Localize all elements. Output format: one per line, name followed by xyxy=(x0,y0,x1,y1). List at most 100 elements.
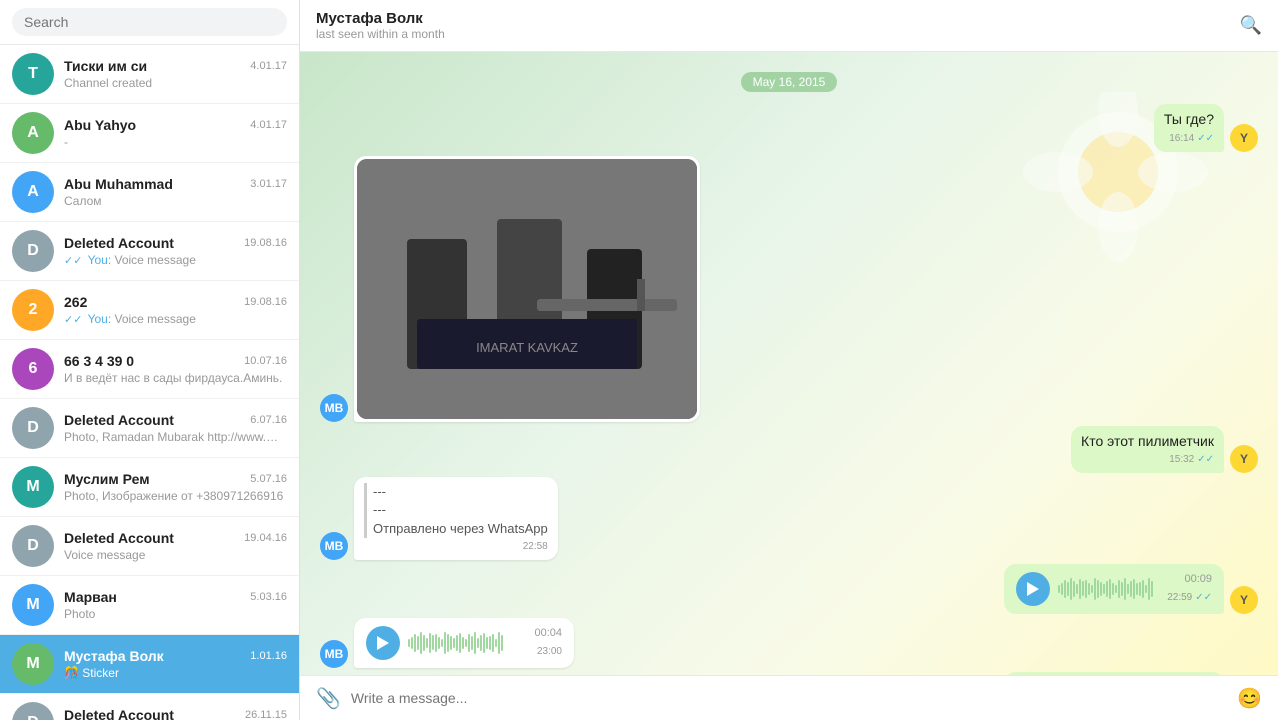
chat-item-marwan[interactable]: М Марван 5.03.16 Photo xyxy=(0,576,299,635)
main-chat: Мустафа Волк last seen within a month 🔍 … xyxy=(300,0,1278,720)
waveform-bar xyxy=(447,634,449,652)
check-mark: ✓✓ xyxy=(64,255,82,267)
chat-name: Deleted Account xyxy=(64,707,174,720)
message-avatar: Y xyxy=(1230,586,1258,614)
waveform-bar xyxy=(1085,580,1087,598)
waveform-bar xyxy=(450,636,452,650)
preview-text: - xyxy=(64,135,68,149)
chat-time: 19.08.16 xyxy=(244,237,287,249)
chat-preview: Channel created xyxy=(64,76,287,90)
waveform-bar xyxy=(474,632,476,654)
bubble-time: 16:14 xyxy=(1169,132,1194,146)
search-input[interactable] xyxy=(12,8,287,36)
waveform-bar xyxy=(423,635,425,651)
waveform-bar xyxy=(1067,582,1069,596)
chat-preview: ✓✓ You: Voice message xyxy=(64,312,287,326)
preview-text: Voice message xyxy=(114,312,195,326)
chat-preview: Салом xyxy=(64,194,287,208)
waveform-bar xyxy=(1094,578,1096,600)
waveform-bar xyxy=(1103,584,1105,594)
preview-label: 🎊 xyxy=(64,666,82,680)
emoji-icon[interactable]: 😊 xyxy=(1237,686,1262,711)
waveform-bar xyxy=(1127,584,1129,594)
waveform-bar xyxy=(480,635,482,651)
waveform-bar xyxy=(477,638,479,648)
play-button[interactable] xyxy=(366,626,400,660)
chat-top: Марван 5.03.16 xyxy=(64,589,287,605)
waveform-bar xyxy=(483,633,485,653)
fwd-line2: --- xyxy=(373,501,548,519)
preview-text: Voice message xyxy=(64,548,145,562)
chat-info: Deleted Account 19.08.16 ✓✓ You: Voice m… xyxy=(64,235,287,267)
attach-icon[interactable]: 📎 xyxy=(316,686,341,711)
chat-item-deleted-account-1[interactable]: D Deleted Account 19.08.16 ✓✓ You: Voice… xyxy=(0,222,299,281)
preview-label: You: xyxy=(88,253,115,267)
chat-time: 6.07.16 xyxy=(250,414,287,426)
chat-info: Муслим Рем 5.07.16 Photo, Изображение от… xyxy=(64,471,287,503)
chat-name: Abu Yahyo xyxy=(64,117,136,133)
chat-item-deleted-account-3[interactable]: D Deleted Account 19.04.16 Voice message xyxy=(0,517,299,576)
chat-info: Deleted Account 6.07.16 Photo, Ramadan M… xyxy=(64,412,287,444)
waveform-bar xyxy=(435,634,437,652)
message-avatar: Y xyxy=(1230,124,1258,152)
waveform-bar xyxy=(471,636,473,650)
input-area: 📎 😊 xyxy=(300,675,1278,720)
waveform-bar xyxy=(1151,581,1153,597)
waveform-bar xyxy=(492,634,494,652)
chat-item-deleted-account-4[interactable]: D Deleted Account 26.11.15 Voice message xyxy=(0,694,299,720)
preview-text: Channel created xyxy=(64,76,152,90)
avatar: D xyxy=(12,525,54,567)
chat-top: Abu Yahyo 4.01.17 xyxy=(64,117,287,133)
date-badge-text: May 16, 2015 xyxy=(741,72,838,92)
waveform-bar xyxy=(1142,580,1144,598)
message-row: Кто этот пилиметчик 15:32 ✓✓ Y xyxy=(320,426,1258,474)
search-icon[interactable]: 🔍 xyxy=(1240,15,1262,36)
messages-wrap: May 16, 2015 Ты где? 16:14 ✓✓ YMB xyxy=(300,52,1278,675)
waveform-bar xyxy=(1061,583,1063,595)
message-input[interactable] xyxy=(351,684,1227,712)
audio-waveform xyxy=(1058,575,1159,603)
check-mark: ✓✓ xyxy=(64,314,82,326)
chat-item-abu-muhammad[interactable]: A Abu Muhammad 3.01.17 Салом xyxy=(0,163,299,222)
waveform-bar xyxy=(1139,582,1141,596)
photo-bubble: IMARAT KAVKAZ xyxy=(354,156,700,422)
chat-item-muslim-rem[interactable]: М Муслим Рем 5.07.16 Photo, Изображение … xyxy=(0,458,299,517)
message-row: 00:05 23:00 ✓✓ Y xyxy=(320,672,1258,675)
chat-info: Abu Muhammad 3.01.17 Салом xyxy=(64,176,287,208)
chat-item-663439[interactable]: 6 66 3 4 39 0 10.07.16 И в ведёт нас в с… xyxy=(0,340,299,399)
message-avatar: MB xyxy=(320,640,348,668)
chat-item-deleted-account-2[interactable]: D Deleted Account 6.07.16 Photo, Ramadan… xyxy=(0,399,299,458)
chat-time: 5.07.16 xyxy=(250,473,287,485)
chat-preview: Voice message xyxy=(64,548,287,562)
chat-item-mustafa-volk[interactable]: М Мустафа Волк 1.01.16 🎊 Sticker xyxy=(0,635,299,694)
bubble-time: 22:58 xyxy=(523,540,548,554)
waveform-bar xyxy=(1136,583,1138,595)
waveform-bar xyxy=(1091,585,1093,593)
chat-item-262[interactable]: 2 262 19.08.16 ✓✓ You: Voice message xyxy=(0,281,299,340)
date-badge: May 16, 2015 xyxy=(320,72,1258,92)
waveform-bar xyxy=(1100,582,1102,596)
audio-waveform xyxy=(408,629,526,657)
play-button[interactable] xyxy=(1016,572,1050,606)
chat-item-channel-created[interactable]: Т Тиски им си 4.01.17 Channel created xyxy=(0,45,299,104)
chat-time: 3.01.17 xyxy=(250,178,287,190)
search-bar xyxy=(0,0,299,45)
check-icon: ✓✓ xyxy=(1195,591,1212,605)
preview-text: Photo, Изображение от +380971266916 xyxy=(64,489,283,503)
chat-preview: Photo, Изображение от +380971266916 xyxy=(64,489,287,503)
chat-preview: Photo, Ramadan Mubarak http://www.muslim… xyxy=(64,430,287,444)
chat-status: last seen within a month xyxy=(316,27,445,41)
chat-time: 4.01.17 xyxy=(250,119,287,131)
chat-name: Марван xyxy=(64,589,117,605)
play-icon xyxy=(376,636,390,650)
chat-info: 262 19.08.16 ✓✓ You: Voice message xyxy=(64,294,287,326)
waveform-bar xyxy=(465,639,467,647)
waveform-bar xyxy=(1088,583,1090,595)
chat-name: Муслим Рем xyxy=(64,471,150,487)
waveform-bar xyxy=(453,638,455,648)
play-icon xyxy=(1026,582,1040,596)
message-row: MB 00:04 23:00 xyxy=(320,618,1258,668)
waveform-bar xyxy=(459,633,461,653)
chat-time: 26.11.15 xyxy=(245,709,287,720)
chat-item-abu-yahyo[interactable]: A Abu Yahyo 4.01.17 - xyxy=(0,104,299,163)
